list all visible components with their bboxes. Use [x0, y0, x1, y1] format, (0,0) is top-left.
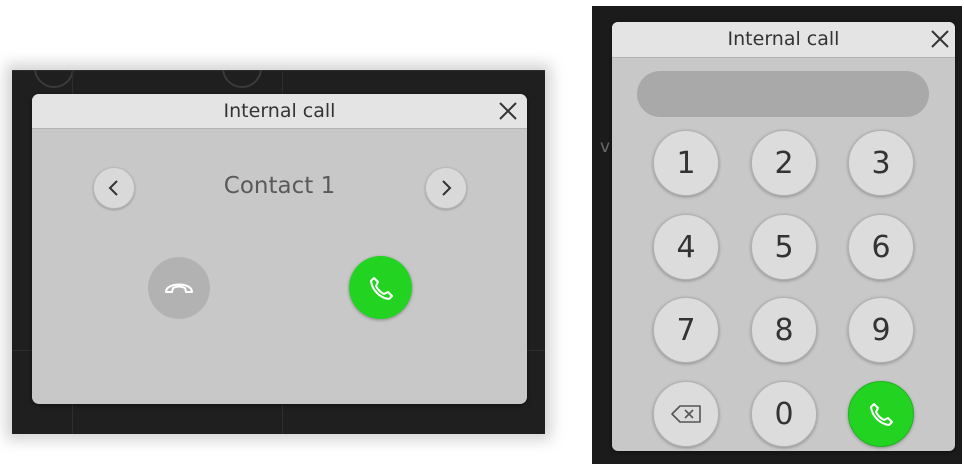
dialpad-call-screen: v Internal call 1 2 3 4 5 6 7 8 9 0 [592, 6, 962, 464]
phone-icon [870, 403, 893, 426]
background-text-fragment: v [600, 137, 611, 157]
contact-name: Contact 1 [223, 173, 336, 199]
dial-key-8[interactable]: 8 [751, 297, 817, 363]
dial-key-7[interactable]: 7 [653, 297, 719, 363]
dial-key-4[interactable]: 4 [653, 214, 719, 280]
dialog-title: Internal call [223, 100, 336, 122]
chevron-left-icon [108, 180, 118, 196]
previous-contact-button[interactable] [93, 167, 135, 209]
backspace-icon [671, 405, 701, 423]
chevron-right-icon [442, 180, 452, 196]
next-contact-button[interactable] [425, 167, 467, 209]
dial-key-6[interactable]: 6 [848, 214, 914, 280]
hang-up-icon [165, 283, 193, 293]
dial-key-3[interactable]: 3 [848, 130, 914, 196]
close-icon [931, 30, 949, 48]
dialog-titlebar: Internal call [32, 94, 527, 129]
dial-key-1[interactable]: 1 [653, 130, 719, 196]
close-button[interactable] [925, 22, 955, 56]
phone-icon [369, 276, 393, 300]
background-icon [34, 70, 74, 88]
internal-call-dialog: Internal call Contact 1 [32, 94, 527, 404]
internal-call-dialpad-dialog: Internal call 1 2 3 4 5 6 7 8 9 0 [612, 22, 955, 451]
number-input[interactable] [637, 71, 929, 117]
call-button[interactable] [349, 256, 412, 319]
dialog-titlebar: Internal call [612, 22, 955, 58]
background-divider [12, 70, 545, 71]
dial-key-0[interactable]: 0 [751, 381, 817, 447]
background-icon [222, 70, 262, 88]
dial-key-2[interactable]: 2 [751, 130, 817, 196]
dialog-title: Internal call [727, 28, 840, 50]
close-icon [499, 102, 517, 120]
backspace-button[interactable] [653, 381, 719, 447]
contact-call-screen: Internal call Contact 1 [12, 70, 545, 434]
close-button[interactable] [493, 94, 523, 128]
call-button[interactable] [848, 381, 914, 447]
dial-key-9[interactable]: 9 [848, 297, 914, 363]
dial-key-5[interactable]: 5 [751, 214, 817, 280]
hang-up-button[interactable] [148, 257, 210, 319]
